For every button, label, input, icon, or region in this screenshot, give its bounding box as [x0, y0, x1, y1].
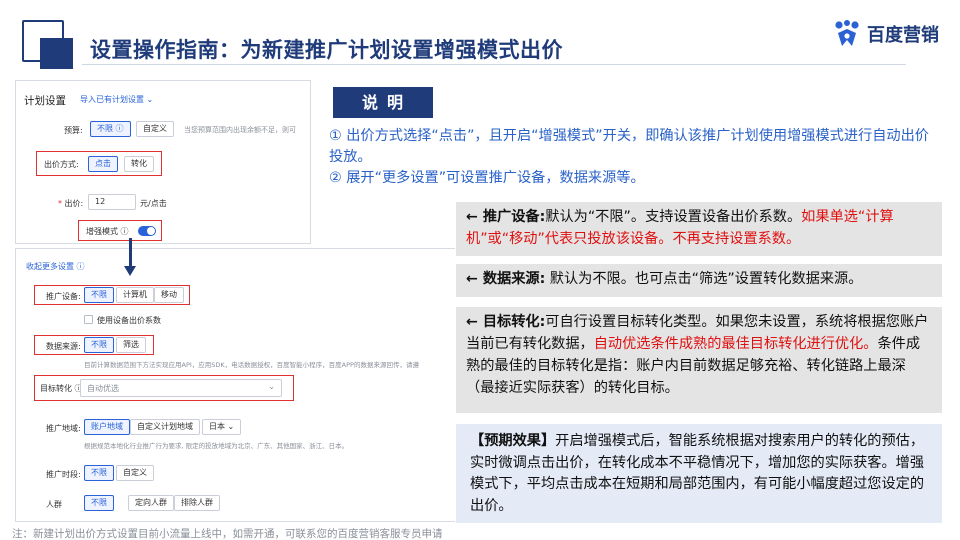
- callout-data-source: ← 数据来源: 默认为不限。也可点击“筛选”设置转化数据来源。: [456, 264, 942, 297]
- title-divider: [82, 64, 906, 65]
- chevron-down-icon: ⌄: [227, 422, 235, 431]
- time-option-custom[interactable]: 自定义: [116, 465, 154, 481]
- callout-device-text: 默认为“不限”。支持设置设备出价系数。: [545, 209, 802, 225]
- target-conversion-value: 自动优选: [87, 384, 119, 393]
- callout-device-title: ← 推广设备:: [466, 209, 546, 225]
- baidu-marketing-icon: [835, 20, 859, 46]
- brand-logo: 百度营销: [832, 20, 939, 48]
- audience-option-unlimited[interactable]: 不限: [84, 495, 114, 511]
- time-option-unlimited[interactable]: 不限: [84, 465, 114, 481]
- plan-settings-panel: 计划设置 导入已有计划设置 ⌄ 预算: 不限 ⓘ 自定义 当您预算范围内出现余额…: [15, 80, 311, 244]
- expected-effect-title: 【预期效果】: [470, 433, 556, 449]
- device-label: 推广设备:: [46, 292, 81, 301]
- target-conversion-label: 目标转化 ⓘ: [40, 384, 83, 393]
- help-icon: ⓘ: [76, 262, 85, 271]
- explanation-text: ① 出价方式选择“点击”，且开启“增强模式”开关，即确认该推广计划使用增强模式进…: [329, 126, 941, 189]
- target-conversion-select[interactable]: 自动优选 ⌄: [80, 379, 282, 397]
- budget-custom-option[interactable]: 自定义: [136, 121, 174, 137]
- bid-method-label: 出价方式:: [44, 160, 79, 169]
- device-option-unlimited[interactable]: 不限: [84, 287, 114, 303]
- explanation-line-1: ① 出价方式选择“点击”，且开启“增强模式”开关，即确认该推广计划使用增强模式进…: [329, 128, 929, 165]
- plan-settings-heading: 计划设置: [24, 95, 66, 107]
- enhanced-mode-label: 增强模式 ⓘ: [86, 227, 129, 236]
- import-settings-link[interactable]: 导入已有计划设置 ⌄: [80, 94, 153, 105]
- callout-target-highlight: 自动优选条件成熟的最佳目标转化进行优化。: [593, 336, 878, 352]
- callout-source-text: 默认为不限。也可点击“筛选”设置转化数据来源。: [549, 271, 863, 287]
- expected-effect-box: 【预期效果】开启增强模式后，智能系统根据对搜索用户的转化的预估，实时微调点击出价…: [456, 424, 942, 523]
- device-option-mobile[interactable]: 移动: [154, 287, 184, 303]
- callout-device: ← 推广设备:默认为“不限”。支持设置设备出价系数。如果单选“计算机”或“移动”…: [456, 202, 942, 256]
- audience-option-targeted[interactable]: 定向人群: [128, 495, 174, 511]
- footnote: 注：新建计划出价方式设置目前小流量上线中，如需开通，可联系您的百度营销客服专员申…: [12, 528, 443, 540]
- bid-method-conversion-option[interactable]: 转化: [124, 156, 154, 172]
- budget-unlimited-option[interactable]: 不限 ⓘ: [90, 121, 131, 137]
- budget-label: 预算:: [64, 126, 83, 135]
- bid-label: * 出价:: [58, 199, 84, 208]
- chevron-down-icon: ⌄: [146, 95, 154, 104]
- explanation-tag: 说明: [333, 87, 433, 118]
- explanation-line-2: ② 展开“更多设置”可设置推广设备，数据来源等。: [329, 170, 645, 186]
- callout-source-title: ← 数据来源:: [466, 271, 546, 287]
- more-settings-panel: 收起更多设置 ⓘ 推广设备: 不限 计算机 移动 使用设备出价系数 数据来源: …: [15, 248, 455, 522]
- bid-input[interactable]: 12: [88, 194, 136, 210]
- enhanced-mode-toggle[interactable]: [138, 226, 156, 236]
- help-icon: ⓘ: [120, 227, 129, 236]
- region-option-account[interactable]: 账户地域: [84, 419, 130, 435]
- callout-target-conversion: ← 目标转化:可自行设置目标转化类型。如果您未设置，系统将根据您账户当前已有转化…: [456, 307, 942, 413]
- time-label: 推广时段:: [46, 470, 81, 479]
- data-source-hint: 目前计算数据范围下方法实现应用API，应用SDK，电话数据授权，百度智能小程序，…: [84, 361, 419, 369]
- chevron-down-icon: ⌄: [268, 382, 275, 391]
- page-title: 设置操作指南：为新建推广计划设置增强模式出价: [90, 38, 563, 62]
- arrow-down-icon: [124, 266, 136, 276]
- data-source-label: 数据来源:: [46, 342, 81, 351]
- audience-label: 人群: [46, 500, 62, 509]
- bid-unit: 元/点击: [140, 199, 167, 208]
- region-select[interactable]: 日本 ⌄: [202, 419, 242, 435]
- device-coefficient-checkbox[interactable]: [84, 315, 93, 324]
- brand-name: 百度营销: [867, 25, 939, 46]
- help-icon: ⓘ: [115, 124, 124, 133]
- device-option-computer[interactable]: 计算机: [116, 287, 154, 303]
- device-coefficient-label: 使用设备出价系数: [97, 316, 161, 325]
- region-option-custom[interactable]: 自定义计划地域: [130, 419, 200, 435]
- audience-option-excluded[interactable]: 排除人群: [174, 495, 220, 511]
- callout-target-title: ← 目标转化:: [466, 314, 546, 330]
- title-decoration-fill: [40, 38, 73, 69]
- region-label: 推广地域:: [46, 424, 81, 433]
- bid-method-click-option[interactable]: 点击: [88, 156, 118, 172]
- region-hint: 根据规范本地化行业推广行为要求, 限定的投放地域为北京、广东、其他国家、浙江、日…: [84, 442, 349, 450]
- budget-hint: 当您预算范围内出现余额不足，则可: [184, 126, 296, 134]
- collapse-more-settings-link[interactable]: 收起更多设置 ⓘ: [26, 261, 85, 272]
- data-source-option-filter[interactable]: 筛选: [116, 337, 146, 353]
- data-source-option-unlimited[interactable]: 不限: [84, 337, 114, 353]
